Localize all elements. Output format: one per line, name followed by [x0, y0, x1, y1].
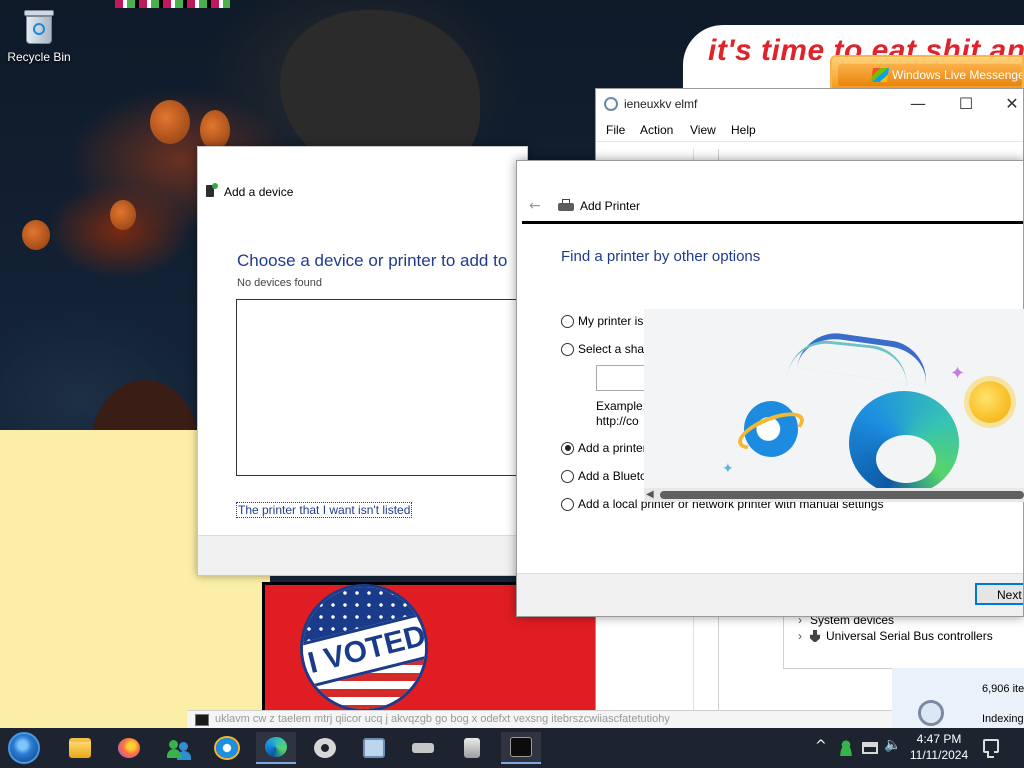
maximize-button[interactable]: ☐: [946, 93, 986, 115]
recycle-bin-shortcut[interactable]: Recycle Bin: [4, 8, 74, 64]
device-manager-menubar: File Action View Help: [596, 119, 1023, 141]
taskbar-clock[interactable]: 4:47 PM 11/11/2024: [906, 731, 972, 763]
taskbar-remote-desktop[interactable]: [354, 732, 394, 764]
menu-view[interactable]: View: [690, 123, 716, 137]
messenger-title: Windows Live Messenger: [892, 68, 1022, 82]
taskbar-network-drive[interactable]: [403, 732, 443, 764]
recycle-bin-label: Recycle Bin: [7, 50, 71, 64]
add-device-status: No devices found: [237, 277, 322, 289]
radio-button[interactable]: [561, 342, 574, 356]
radio-button[interactable]: [561, 469, 574, 483]
taskbar-file-explorer[interactable]: [60, 732, 100, 764]
next-button[interactable]: Next: [975, 583, 1023, 605]
taskbar-server-manager[interactable]: [452, 732, 492, 764]
close-button[interactable]: ✕: [992, 93, 1024, 115]
back-arrow-icon[interactable]: ←: [529, 198, 541, 214]
add-printer-heading: Find a printer by other options: [561, 248, 761, 265]
people-tray-icon[interactable]: [838, 740, 854, 756]
browser-promo-image: ✦ ✦ ◀: [644, 309, 1024, 502]
clock-date: 11/11/2024: [909, 748, 969, 762]
add-device-title: Add a device: [224, 185, 294, 199]
edge-icon-center: [876, 435, 936, 483]
tree-item-usb-controllers[interactable]: › Universal Serial Bus controllers: [798, 629, 993, 643]
wallpaper-strip: [115, 0, 230, 8]
sparkle-icon: ✦: [950, 363, 966, 384]
gear-icon: [314, 738, 336, 758]
scrollbar-thumb[interactable]: [660, 491, 1024, 499]
wallpaper-pumpkin: [200, 110, 230, 150]
option-add-bluetooth-printer[interactable]: Add a Blueto: [561, 469, 647, 483]
sun-icon: [969, 381, 1011, 423]
search-icon: [918, 700, 944, 726]
device-tree: › System devices › Universal Serial Bus co…: [783, 609, 1024, 669]
command-prompt-icon: [510, 737, 532, 757]
example-text: Example: http://co: [596, 399, 647, 428]
windows-logo-icon: [871, 68, 889, 82]
recycle-bin-icon: [22, 8, 56, 46]
add-device-icon: [206, 183, 218, 199]
taskbar-settings[interactable]: [305, 732, 345, 764]
add-device-footer: [198, 535, 527, 575]
taskbar-people[interactable]: [158, 732, 198, 764]
menu-action[interactable]: Action: [640, 123, 673, 137]
taskbar-internet-explorer[interactable]: [207, 732, 247, 764]
taskbar-command-prompt[interactable]: [501, 732, 541, 764]
indexing-status: Indexing: [982, 713, 1024, 725]
voted-badge: I VOTED: [300, 584, 428, 712]
radio-button[interactable]: [561, 497, 574, 511]
add-printer-title: Add Printer: [580, 199, 641, 213]
messenger-window-tab[interactable]: Windows Live Messenger: [830, 55, 1024, 91]
command-text: uklavm cw z taelem mtrj qiicor ucq j akv…: [215, 713, 670, 725]
option-add-printer-tcpip[interactable]: Add a printer: [561, 441, 647, 455]
sparkle-icon: ✦: [722, 461, 734, 477]
drive-icon: [412, 743, 434, 753]
people-icon: [167, 738, 189, 758]
folder-icon: [69, 738, 91, 758]
wallpaper-pumpkin: [22, 220, 50, 250]
header-divider: [522, 221, 1023, 224]
add-device-heading: Choose a device or printer to add to: [237, 251, 508, 270]
wallpaper-pumpkin: [150, 100, 190, 144]
minimize-button[interactable]: —: [898, 93, 938, 115]
usb-icon: [810, 630, 820, 642]
printer-not-listed-link[interactable]: The printer that I want isn't listed: [236, 502, 413, 518]
radio-button-selected[interactable]: [561, 441, 574, 455]
menu-file[interactable]: File: [606, 123, 625, 137]
menu-help[interactable]: Help: [731, 123, 756, 137]
add-device-window: Add a device Choose a device or printer …: [197, 146, 528, 576]
item-count: 6,906 ite: [982, 683, 1024, 695]
command-window-strip[interactable]: uklavm cw z taelem mtrj qiicor ucq j akv…: [187, 710, 892, 728]
command-prompt-icon: [195, 714, 209, 726]
taskbar-edge[interactable]: [256, 732, 296, 764]
device-manager-toolbar: [596, 141, 1023, 161]
radio-button[interactable]: [561, 314, 574, 328]
add-printer-footer: [517, 573, 1023, 616]
firefox-icon: [118, 738, 140, 758]
add-printer-titlebar[interactable]: [517, 161, 1023, 191]
internet-explorer-icon: [733, 399, 809, 459]
start-button[interactable]: [8, 732, 40, 764]
volume-icon[interactable]: 🔈: [884, 737, 901, 753]
scroll-left-arrow-icon[interactable]: ◀: [646, 489, 654, 500]
chevron-right-icon: ›: [798, 629, 802, 643]
notifications-icon[interactable]: [983, 739, 999, 758]
device-manager-icon: [604, 97, 618, 111]
wallpaper-pumpkin: [110, 200, 136, 230]
device-manager-titlebar[interactable]: ieneuxkv elmf — ☐ ✕: [596, 89, 1023, 119]
option-my-printer-older[interactable]: My printer is: [561, 314, 643, 328]
option-select-shared-printer[interactable]: Select a share: [561, 342, 655, 356]
server-icon: [464, 738, 480, 758]
monitor-icon: [363, 738, 385, 758]
edge-icon: [265, 737, 287, 757]
device-list[interactable]: [236, 299, 527, 476]
clock-time: 4:47 PM: [916, 732, 962, 746]
device-manager-title: ieneuxkv elmf: [624, 97, 698, 111]
printer-icon: [558, 199, 574, 213]
taskbar-firefox[interactable]: [109, 732, 149, 764]
network-icon[interactable]: [862, 742, 878, 754]
internet-explorer-icon: [216, 738, 238, 758]
chevron-up-icon[interactable]: ^: [815, 738, 827, 754]
